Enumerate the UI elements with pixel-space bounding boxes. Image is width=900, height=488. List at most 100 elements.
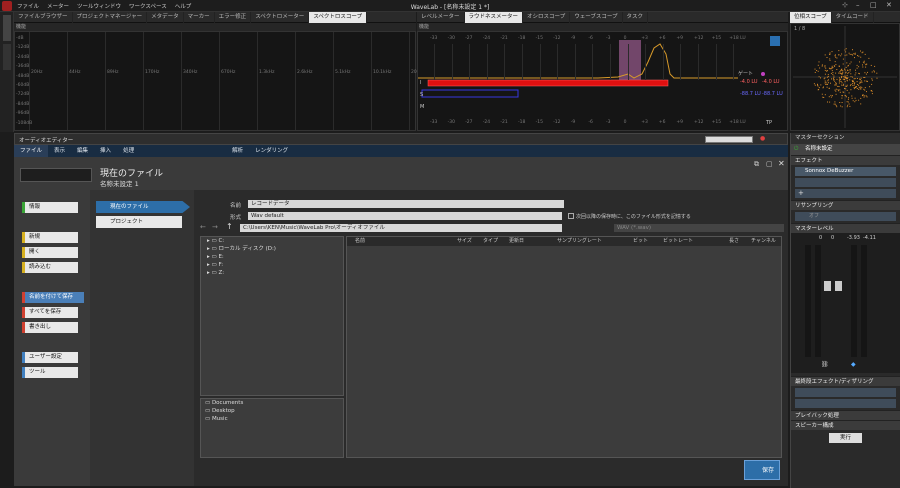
tab-file-browser[interactable]: ファイルブラウザー [14,11,73,23]
tab-markers[interactable]: マーカー [184,11,215,23]
fader-left[interactable] [824,281,831,291]
save-as-button[interactable]: 名前を付けて保存 [22,292,84,303]
tree-item[interactable]: ▸ ▭ C: [201,237,343,245]
ribbon-tab-render[interactable]: レンダリング [249,145,294,157]
tab-spectroscope[interactable]: スペクトロスコープ [309,11,368,23]
column-header[interactable]: ビット [633,237,648,244]
tab-error-correction[interactable]: エラー修正 [215,11,252,23]
run-button[interactable]: 実行 [829,433,862,443]
column-header[interactable]: チャンネル [751,237,776,244]
final-effects-header[interactable]: 最終段エフェクト/ディザリング [791,376,900,386]
tab-loudness-meter[interactable]: ラウドネスメーター [464,11,524,23]
ribbon-tab-analysis[interactable]: 解析 [226,145,249,157]
tree-item[interactable]: ▸ ▭ ローカル ディスク (D:) [201,245,343,253]
column-header[interactable]: 長さ [729,237,739,244]
phase-dot [813,83,815,85]
window-icon[interactable]: ▢ [766,160,773,168]
ribbon-tab-view[interactable]: 表示 [48,145,71,157]
column-header[interactable]: サイズ [457,237,472,244]
tools-button[interactable]: ツール [22,367,78,378]
tab-phasescope[interactable]: 位相スコープ [790,11,832,23]
copy-icon[interactable]: ⧉ [754,160,759,169]
master-preset[interactable]: ⏻ 名称未設定 [791,144,900,155]
save-all-button[interactable]: すべてを保存 [22,307,78,318]
final-slot-1[interactable] [795,388,896,397]
tab-timecode[interactable]: タイムコード [832,11,874,23]
master-level-header[interactable]: マスターレベル [791,223,900,233]
ribbon-tab-edit[interactable]: 編集 [71,145,94,157]
add-plugin-icon[interactable]: + [795,189,896,198]
link-icon[interactable]: ⛓ [821,361,829,368]
close-editor-icon[interactable]: ✕ [778,159,785,168]
filter-input[interactable]: WAV (*.wav) [614,224,784,232]
tree-item[interactable]: ▸ ▭ Z: [201,269,343,277]
ribbon-tab-file[interactable]: ファイル [14,145,49,157]
format-field[interactable]: Wav default [248,212,562,220]
up-folder-icon[interactable]: ↑ [226,222,233,231]
maximize-icon[interactable]: □ [870,1,877,9]
phase-dot [866,91,867,93]
column-header[interactable]: タイプ [483,237,498,244]
tree-item[interactable]: ▸ ▭ E: [201,253,343,261]
function-menu[interactable]: 機能 [417,23,788,31]
tab-spectrometer[interactable]: スペクトロメーター [251,11,310,23]
ribbon-tab-process[interactable]: 処理 [117,145,140,157]
column-header[interactable]: サンプリングレート [557,237,602,244]
resampling-header[interactable]: リサンプリング [791,200,900,210]
remember-format-checkbox[interactable] [568,213,574,219]
effects-header[interactable]: エフェクト [791,155,900,165]
tab-level-meter[interactable]: レベルメーター [417,11,465,23]
final-slot-2[interactable] [795,399,896,408]
open-button[interactable]: 開く [22,247,78,258]
close-icon[interactable]: ✕ [886,1,892,9]
resampling-field[interactable]: オフ [795,212,896,221]
side-tool-button[interactable] [3,15,11,41]
save-button[interactable]: 保存 [744,460,780,480]
name-input[interactable]: レコードデータ [248,200,564,208]
record-icon[interactable]: ● [760,135,765,142]
export-button[interactable]: 書き出し [22,322,78,333]
back-icon[interactable]: ← [200,223,206,231]
plugin-slot[interactable]: Sonnox DeBuzzer [795,167,896,176]
spectro-gridline-v [143,32,144,130]
info-button[interactable]: 情報 [22,202,78,213]
function-menu[interactable]: 機能 [14,23,416,31]
loudness-tick: -9 [570,36,576,41]
preferences-button[interactable]: ユーザー設定 [22,352,78,363]
minimize-icon[interactable]: – [856,1,860,9]
zoom-select[interactable] [705,136,753,143]
plugin-slot-empty[interactable] [795,178,896,187]
dither-icon[interactable]: ◆ [851,361,856,368]
subtab-project[interactable]: プロジェクト [96,216,182,228]
phase-dot [869,86,871,88]
new-button[interactable]: 新規 [22,232,78,243]
tab-metadata[interactable]: メタデータ [147,11,184,23]
tree-item[interactable]: ▸ ▭ F: [201,261,343,269]
column-header[interactable]: ビットレート [663,237,693,244]
tab-tasks[interactable]: タスク [623,11,649,23]
forward-icon[interactable]: → [212,223,218,231]
tab-oscilloscope[interactable]: オシロスコープ [523,11,571,23]
import-button[interactable]: 読み込む [22,262,78,273]
favorite-item[interactable]: ▭ Music [201,415,343,423]
spectro-gridline-v [257,32,258,130]
favorite-item[interactable]: ▭ Desktop [201,407,343,415]
phase-dot [870,64,872,66]
pin-icon[interactable]: ⊹ [842,1,848,9]
playback-header[interactable]: プレイバック処理 [791,410,900,420]
phase-dot [854,78,856,80]
speaker-header[interactable]: スピーカー構成 [791,420,900,430]
power-icon[interactable]: ⏻ [794,144,798,155]
tab-project-manager[interactable]: プロジェクトマネージャー [73,11,148,23]
ribbon-tab-insert[interactable]: 挿入 [94,145,117,157]
subtab-current-file[interactable]: 現在のファイル [96,201,190,213]
column-header[interactable]: 更新日 [509,237,524,244]
phase-dot [824,54,826,56]
side-tool-button[interactable] [3,44,11,70]
column-header[interactable]: 名前 [355,237,365,244]
loudness-tick: +18 LU [729,120,746,125]
favorite-item[interactable]: ▭ Documents [201,399,343,407]
tab-wavescope[interactable]: ウェーブスコープ [570,11,623,23]
path-input[interactable]: C:\Users\KEN\Music\WaveLab Pro\オーディオファイル [240,224,562,232]
fader-right[interactable] [835,281,842,291]
